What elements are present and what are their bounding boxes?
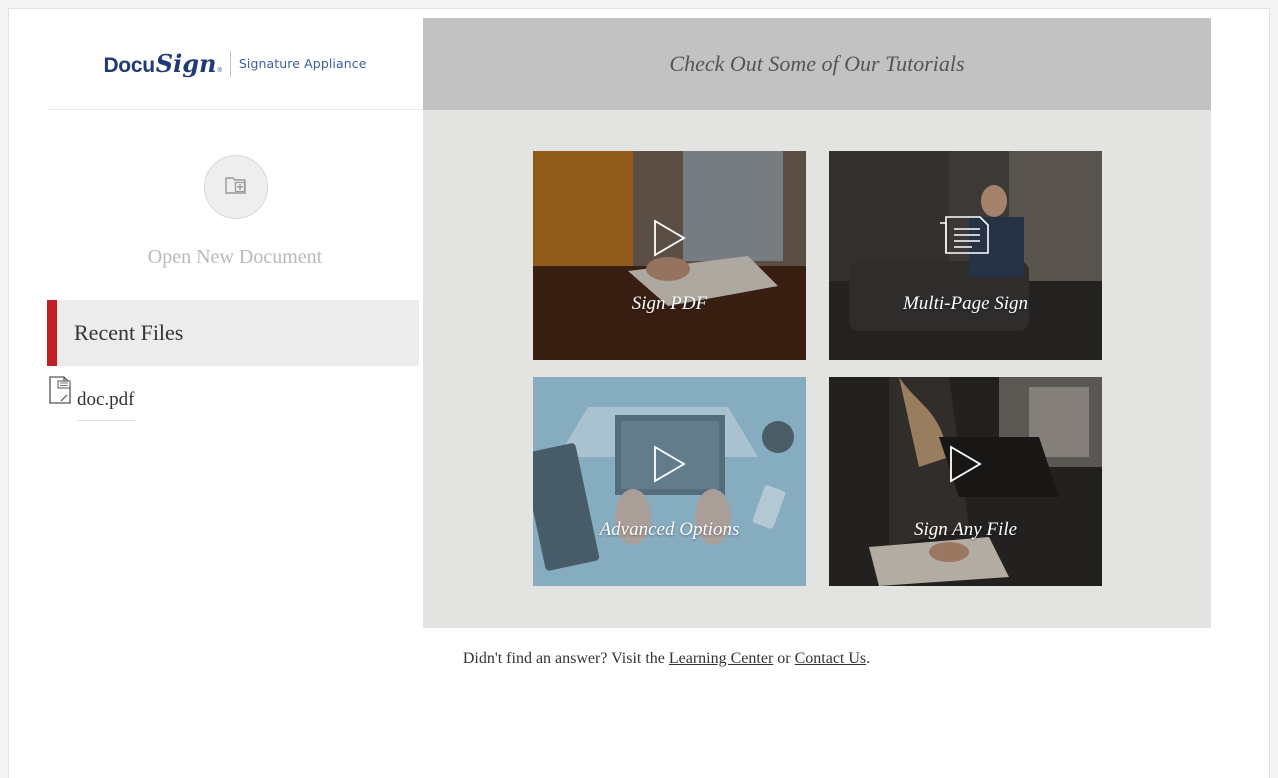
folder-plus-icon	[223, 172, 249, 203]
tile-label-advanced-options: Advanced Options	[599, 519, 740, 540]
footer-period: .	[866, 650, 871, 667]
tutorial-tile-sign-pdf[interactable]: Sign PDF	[533, 151, 806, 360]
logo-registered-mark: ®	[217, 68, 222, 74]
tutorial-tile-sign-any-file[interactable]: Sign Any File	[829, 377, 1102, 586]
play-icon	[949, 445, 983, 488]
footer-prefix-text: Didn't find an answer? Visit the	[462, 650, 665, 667]
tutorial-tile-multi-page-sign[interactable]: Multi-Page Sign	[829, 151, 1102, 360]
tile-label-sign-any-file: Sign Any File	[913, 519, 1018, 540]
help-footer: Didn't find an answer? Visit the Learnin…	[0, 650, 1278, 668]
logo-divider	[229, 50, 231, 77]
recent-file-item[interactable]: doc.pdf	[47, 371, 135, 423]
tutorials-title: Check Out Some of Our Tutorials	[423, 18, 1211, 110]
logo-docu-text: Docu	[103, 54, 155, 77]
logo-sign-text: Sign	[155, 49, 217, 78]
footer-or-text: or	[777, 650, 791, 667]
logo-subtitle: Signature Appliance	[238, 56, 367, 71]
tutorial-tile-advanced-options[interactable]: Advanced Options	[533, 377, 806, 586]
play-icon	[653, 445, 687, 488]
open-document-button[interactable]	[204, 155, 268, 219]
open-document-label[interactable]: Open New Document	[47, 246, 423, 269]
tutorials-panel: Check Out Some of Our Tutorials Sign PDF	[423, 18, 1211, 628]
pdf-file-icon	[47, 375, 73, 407]
logo-header: Docu Sign ® Signature Appliance	[47, 18, 423, 110]
play-icon	[653, 219, 687, 262]
recent-files-header: Recent Files	[47, 300, 419, 366]
document-icon	[938, 215, 990, 260]
contact-us-link[interactable]: Contact Us	[795, 650, 867, 667]
recent-file-name[interactable]: doc.pdf	[77, 389, 135, 421]
learning-center-link[interactable]: Learning Center	[669, 650, 773, 667]
docusign-logo: Docu Sign ®	[103, 49, 221, 78]
tile-label-multi-page-sign: Multi-Page Sign	[902, 293, 1029, 314]
tile-label-sign-pdf: Sign PDF	[631, 293, 708, 314]
